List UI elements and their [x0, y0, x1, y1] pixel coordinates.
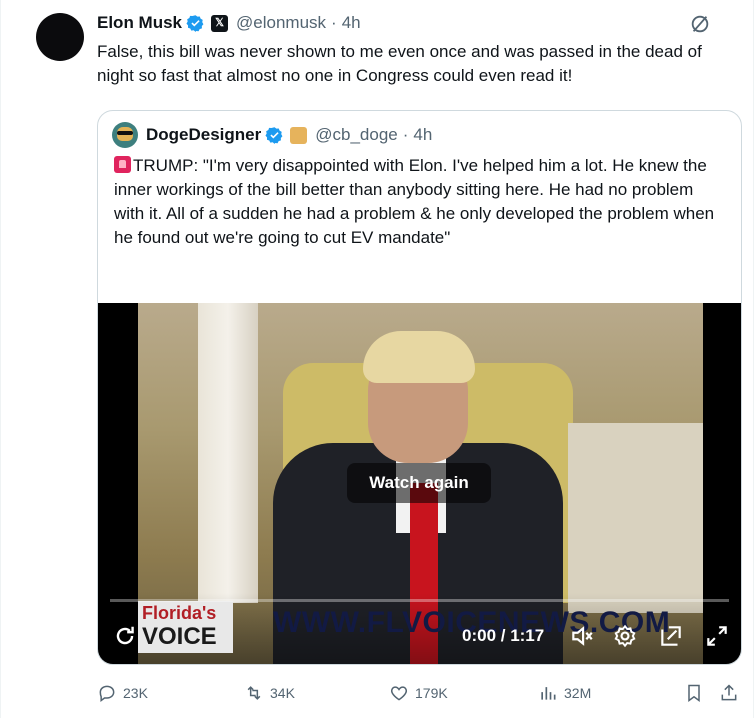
tweet-header: Elon Musk 𝕏 @elonmusk · 4h [97, 11, 725, 35]
doge-emoji-icon [290, 126, 308, 144]
settings-icon[interactable] [612, 623, 638, 649]
like-icon [390, 686, 408, 701]
siren-emoji-icon [114, 156, 131, 173]
quote-text: TRUMP: "I'm very disappointed with Elon.… [114, 156, 715, 247]
tweet-text: False, this bill was never shown to me e… [97, 42, 702, 85]
quote-author-name[interactable]: DogeDesigner [146, 125, 261, 145]
views-action[interactable]: 32M [538, 682, 591, 704]
reply-icon [99, 685, 115, 702]
separator-dot: · [402, 125, 409, 144]
quote-header: DogeDesigner @cb_doge · 4h [112, 122, 432, 148]
verified-icon [186, 14, 204, 32]
like-count: 179K [415, 685, 448, 701]
quote-time[interactable]: 4h [413, 125, 432, 145]
pip-icon[interactable] [658, 623, 684, 649]
views-count: 32M [564, 685, 592, 701]
fullscreen-icon[interactable] [704, 623, 730, 649]
share-action[interactable] [719, 682, 745, 704]
video-player[interactable]: Florida's VOICE WWW.FLVOICENEWS.COM Watc… [98, 303, 741, 664]
x-premium-icon: 𝕏 [211, 14, 229, 32]
grok-icon[interactable] [689, 13, 711, 35]
volume-icon[interactable] [569, 623, 595, 649]
quote-text-block: TRUMP: "I'm very disappointed with Elon.… [114, 154, 724, 250]
quote-author-handle[interactable]: @cb_doge [315, 125, 398, 145]
watermark-line2: VOICE [142, 623, 217, 650]
separator-dot: · [331, 13, 337, 32]
author-name[interactable]: Elon Musk [97, 13, 182, 33]
quoted-tweet[interactable]: DogeDesigner @cb_doge · 4h TRUMP: "I'm v… [97, 110, 742, 665]
reply-action[interactable]: 23K [97, 682, 148, 704]
watermark-line1: Florida's [142, 603, 217, 623]
tweet-time[interactable]: 4h [342, 13, 361, 33]
video-time: 0:00 / 1:17 [462, 626, 545, 645]
like-action[interactable]: 179K [389, 682, 448, 704]
quote-author-avatar[interactable] [112, 122, 138, 148]
repost-action[interactable]: 34K [244, 682, 295, 704]
reply-count: 23K [123, 685, 148, 701]
author-avatar[interactable] [36, 13, 84, 61]
bookmark-action[interactable] [684, 682, 710, 704]
timeline-border-right [753, 0, 754, 718]
timeline-border-left [0, 0, 1, 718]
video-progress-bar[interactable] [110, 599, 729, 602]
repost-count: 34K [270, 685, 295, 701]
bookmark-icon [688, 684, 700, 702]
watch-again-button[interactable]: Watch again [347, 463, 491, 503]
views-icon [541, 687, 556, 700]
share-icon [721, 684, 737, 701]
verified-icon [265, 126, 283, 144]
replay-icon[interactable] [112, 623, 138, 649]
repost-icon [247, 686, 261, 700]
author-handle[interactable]: @elonmusk [236, 13, 326, 33]
